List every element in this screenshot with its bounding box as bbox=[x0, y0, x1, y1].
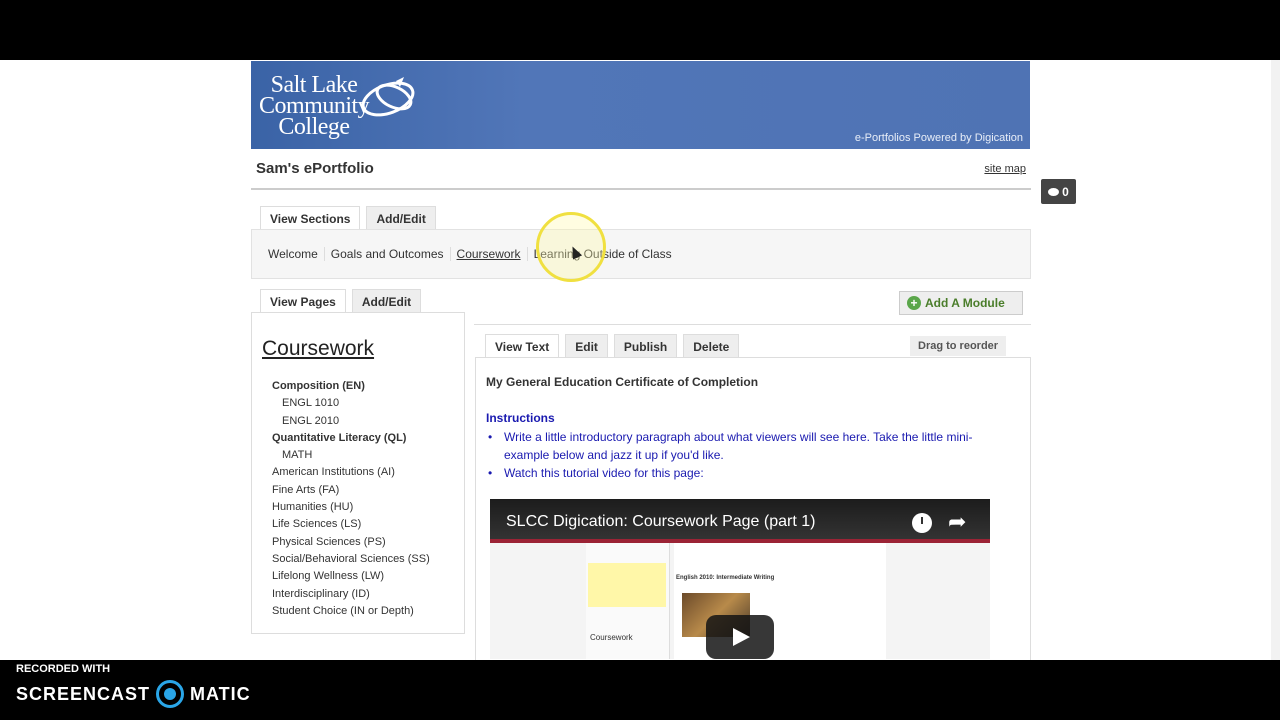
section-link-welcome[interactable]: Welcome bbox=[262, 247, 324, 261]
list-item: Write a little introductory paragraph ab… bbox=[486, 428, 1006, 464]
sidebar-page-item[interactable]: Social/Behavioral Sciences (SS) bbox=[272, 551, 464, 568]
page-scrollbar[interactable] bbox=[1271, 60, 1280, 660]
browser-viewport: Salt Lake Community College e-Portfolios… bbox=[0, 60, 1280, 660]
watch-later-icon[interactable] bbox=[912, 513, 932, 533]
drag-to-reorder-handle[interactable]: Drag to reorder bbox=[910, 336, 1007, 356]
sidebar-page-item[interactable]: American Institutions (AI) bbox=[272, 464, 464, 481]
embedded-video[interactable]: Coursework English 2010: Intermediate Wr… bbox=[490, 499, 990, 659]
site-map-link[interactable]: site map bbox=[984, 163, 1026, 175]
logo-line: College bbox=[278, 114, 350, 140]
instructions-heading: Instructions bbox=[486, 411, 555, 425]
sidebar-page-item[interactable]: Physical Sciences (PS) bbox=[272, 534, 464, 551]
sidebar-page-item[interactable]: ENGL 2010 bbox=[272, 413, 464, 430]
tab-edit-pages[interactable]: Add/Edit bbox=[351, 289, 422, 313]
add-module-label: Add A Module bbox=[925, 296, 1005, 310]
section-tabs: View Sections Add/Edit bbox=[260, 206, 436, 230]
tab-view-sections[interactable]: View Sections bbox=[260, 206, 361, 230]
section-link-coursework[interactable]: Coursework bbox=[449, 247, 527, 261]
thumbnail-heading: English 2010: Intermediate Writing bbox=[676, 575, 775, 581]
video-title[interactable]: SLCC Digication: Coursework Page (part 1… bbox=[506, 513, 815, 531]
tab-view-text[interactable]: View Text bbox=[485, 334, 560, 358]
add-module-button[interactable]: + Add A Module bbox=[899, 291, 1023, 315]
sidebar-page-item[interactable]: Fine Arts (FA) bbox=[272, 482, 464, 499]
tab-edit[interactable]: Edit bbox=[565, 334, 608, 358]
recording-watermark: RECORDED WITH SCREENCAST MATIC bbox=[0, 660, 260, 720]
section-nav: Welcome Goals and Outcomes Coursework Le… bbox=[251, 229, 1031, 279]
instructions-list: Write a little introductory paragraph ab… bbox=[486, 428, 1006, 482]
page-list: Composition (EN) ENGL 1010 ENGL 2010 Quanti… bbox=[262, 378, 464, 620]
thumbnail-course-label: Coursework bbox=[590, 633, 633, 642]
page-sidebar: Coursework Composition (EN) ENGL 1010 ENGL… bbox=[251, 312, 465, 634]
module-tabs: View Text Edit Publish Delete bbox=[485, 334, 740, 358]
portfolio-page: Salt Lake Community College e-Portfolios… bbox=[251, 60, 1031, 660]
comment-count: 0 bbox=[1062, 184, 1069, 199]
module-title: My General Education Certificate of Comp… bbox=[486, 375, 759, 389]
powered-by-text: e-Portfolios Powered by Digication bbox=[854, 132, 1023, 144]
recorded-with-label: RECORDED WITH bbox=[16, 663, 111, 675]
section-link-learning-outside[interactable]: Learning Outside of Class bbox=[526, 247, 678, 261]
brand-right: MATIC bbox=[190, 683, 251, 704]
comment-bubble-icon bbox=[1048, 187, 1060, 196]
page-tabs: View Pages Add/Edit bbox=[260, 289, 422, 313]
divider bbox=[251, 188, 1031, 190]
text-module: My General Education Certificate of Comp… bbox=[475, 357, 1031, 660]
record-dot-icon bbox=[156, 680, 185, 708]
screencastomatic-logo: SCREENCAST MATIC bbox=[16, 680, 251, 708]
sidebar-title[interactable]: Coursework bbox=[262, 337, 464, 361]
play-button-icon[interactable] bbox=[706, 615, 774, 659]
sidebar-page-item[interactable]: Composition (EN) bbox=[272, 378, 464, 395]
sidebar-page-item[interactable]: MATH bbox=[272, 447, 464, 464]
list-item: Watch this tutorial video for this page: bbox=[486, 464, 1006, 482]
sidebar-page-item[interactable]: Quantitative Literacy (QL) bbox=[272, 430, 464, 447]
sidebar-page-item[interactable]: Student Choice (IN or Depth) bbox=[272, 603, 464, 620]
tab-delete[interactable]: Delete bbox=[683, 334, 740, 358]
college-logo-icon bbox=[361, 77, 415, 117]
tab-edit-sections[interactable]: Add/Edit bbox=[366, 206, 436, 230]
sidebar-page-item[interactable]: ENGL 1010 bbox=[272, 395, 464, 412]
thumbnail-note bbox=[588, 563, 666, 607]
tab-view-pages[interactable]: View Pages bbox=[260, 289, 346, 313]
video-title-bar: SLCC Digication: Coursework Page (part 1… bbox=[490, 499, 990, 539]
thumbnail-sidebar: Coursework bbox=[586, 543, 670, 659]
portfolio-title: Sam's ePortfolio bbox=[256, 160, 374, 177]
college-logo-text: Salt Lake Community College bbox=[259, 73, 370, 140]
sidebar-page-item[interactable]: Life Sciences (LS) bbox=[272, 516, 464, 533]
sidebar-page-item[interactable]: Lifelong Wellness (LW) bbox=[272, 568, 464, 585]
comments-button[interactable]: 0 bbox=[1041, 179, 1076, 204]
divider bbox=[474, 324, 1031, 325]
share-icon[interactable]: ➦ bbox=[948, 509, 966, 535]
sidebar-page-item[interactable]: Interdisciplinary (ID) bbox=[272, 586, 464, 603]
sidebar-page-item[interactable]: Humanities (HU) bbox=[272, 499, 464, 516]
brand-left: SCREENCAST bbox=[16, 683, 151, 704]
college-banner: Salt Lake Community College e-Portfolios… bbox=[251, 61, 1030, 149]
section-link-goals[interactable]: Goals and Outcomes bbox=[323, 247, 450, 261]
plus-icon: + bbox=[907, 296, 921, 310]
tab-publish[interactable]: Publish bbox=[613, 334, 678, 358]
